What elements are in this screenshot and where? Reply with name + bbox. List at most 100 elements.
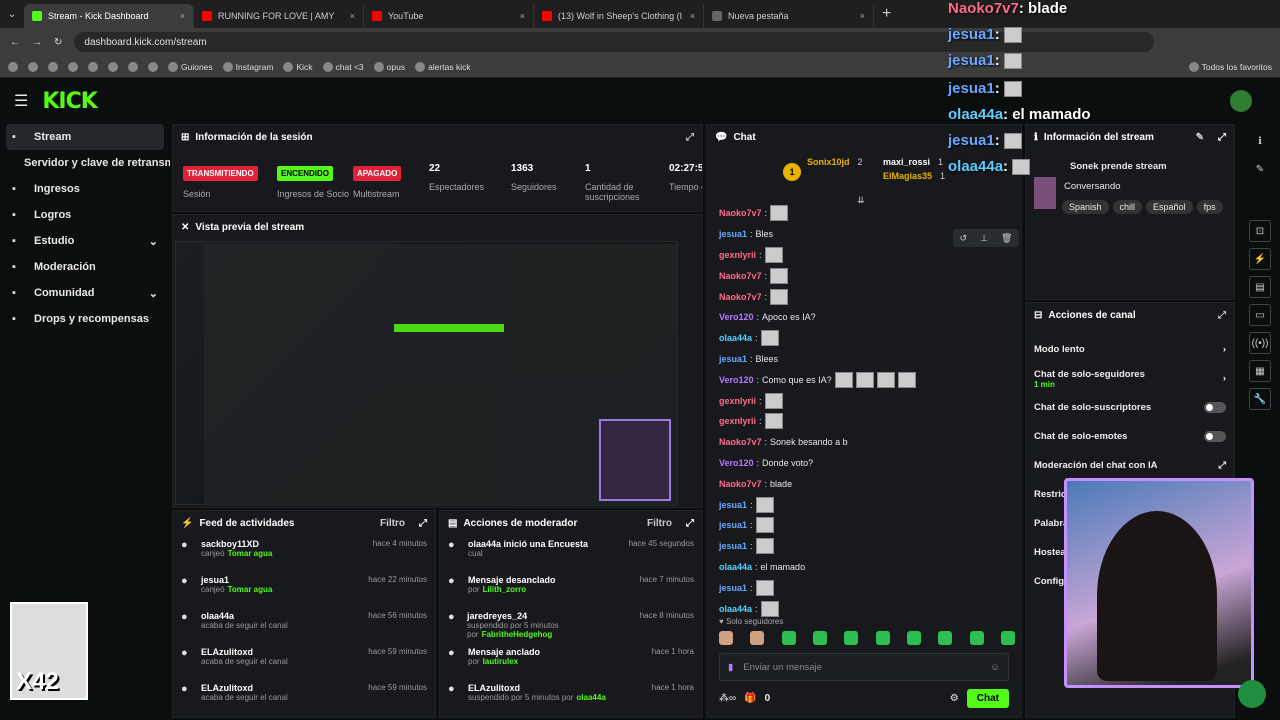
emote-icon[interactable] — [719, 631, 733, 645]
emote-icon[interactable] — [938, 631, 953, 645]
browser-tab[interactable]: (13) Wolf in Sheep's Clothing (I × — [534, 4, 704, 28]
item-link[interactable]: olaa44a — [576, 693, 605, 702]
bookmark-icon[interactable] — [68, 61, 78, 72]
emote-icon[interactable] — [1000, 631, 1015, 645]
pin-icon[interactable]: ⊥ — [980, 233, 988, 244]
bookmark-item[interactable]: Guiones — [168, 61, 213, 72]
stream-tag[interactable]: chill — [1112, 200, 1143, 214]
list-item[interactable]: ● ELAzulitoxd suspendido por 5 minutos por… — [440, 679, 702, 715]
sidebar-item[interactable]: ▪ Stream — [6, 124, 164, 150]
chat-username[interactable]: jesua1 — [719, 229, 747, 239]
expand-icon[interactable]: ⤢ — [419, 518, 427, 529]
top-supporter[interactable]: ElMagias35 1 — [883, 171, 945, 181]
chat-message[interactable]: olaa44a: — [707, 598, 1021, 619]
browser-tab[interactable]: Nueva pestaña × — [704, 4, 874, 28]
stream-tag[interactable]: Español — [1146, 200, 1193, 214]
chat-message[interactable]: Vero120: Donde voto? — [707, 453, 1021, 474]
chat-username[interactable]: jesua1 — [719, 354, 747, 364]
delete-icon[interactable]: 🗑 — [1001, 233, 1012, 244]
close-icon[interactable]: × — [180, 11, 185, 21]
sidebar-item[interactable]: ▪ Ingresos — [0, 176, 170, 202]
chat-username[interactable]: Naoko7v7 — [719, 437, 762, 447]
chat-username[interactable]: olaa44a — [719, 333, 752, 343]
chat-message[interactable]: Naoko7v7: Sonek besando a b — [707, 432, 1021, 453]
tab-menu-icon[interactable]: ⌄ — [0, 9, 24, 20]
menu-icon[interactable]: ☰ — [14, 91, 28, 111]
bookmark-item[interactable]: Instagram — [222, 61, 273, 72]
chat-message[interactable]: Vero120: Como que es IA? — [707, 369, 1021, 390]
chat-username[interactable]: olaa44a — [719, 562, 752, 572]
browser-tab[interactable]: Stream - Kick Dashboard × — [24, 4, 194, 28]
chat-username[interactable]: jesua1 — [719, 500, 747, 510]
stream-preview-video[interactable] — [175, 241, 678, 506]
top-supporter[interactable]: Sonix10jd 2 — [807, 157, 863, 167]
sidebar-item[interactable]: Servidor y clave de retransmisión — [0, 150, 170, 176]
list-item[interactable]: ● olaa44a acaba de seguir el canal hace 56 … — [173, 607, 435, 643]
toggle-switch[interactable] — [1204, 402, 1226, 413]
bookmark-item[interactable]: Kick — [283, 61, 313, 72]
emote-icon[interactable] — [750, 631, 765, 645]
chat-message[interactable]: Naoko7v7: — [707, 286, 1021, 307]
chat-username[interactable]: Naoko7v7 — [719, 208, 762, 218]
list-item[interactable]: ● olaa44a inició una Encuesta cual hace 45 … — [440, 535, 702, 571]
sidebar-item[interactable]: ▪ Estudio ⌄ — [0, 228, 170, 254]
layout-icon[interactable]: ▦ — [1249, 360, 1271, 382]
feed-filter-button[interactable]: Filtro — [380, 518, 405, 529]
item-link[interactable]: Tomar agua — [228, 549, 273, 558]
close-icon[interactable]: × — [860, 11, 865, 21]
corner-button[interactable] — [1238, 680, 1266, 708]
new-tab-icon[interactable]: + — [882, 5, 891, 23]
expand-icon[interactable]: ⤢ — [1218, 132, 1226, 143]
wrench-icon[interactable]: 🔧 — [1249, 388, 1271, 410]
emote-icon[interactable] — [844, 631, 859, 645]
sidebar-item[interactable]: ▪ Moderación — [0, 254, 170, 280]
expand-icon[interactable]: ⤢ — [686, 518, 694, 529]
channel-action-row[interactable]: Chat de solo-emotes — [1026, 422, 1234, 451]
avatar[interactable] — [1230, 90, 1252, 112]
top-supporter[interactable]: maxi_rossi 1 — [883, 157, 943, 167]
chat-username[interactable]: Vero120 — [719, 312, 754, 322]
bolt-icon[interactable]: ⚡ — [1249, 248, 1271, 270]
chat-message[interactable]: jesua1: Blees — [707, 349, 1021, 370]
chat-message[interactable]: olaa44a: el mamado — [707, 557, 1021, 578]
chat-username[interactable]: Naoko7v7 — [719, 479, 762, 489]
emoji-icon[interactable]: ☺ — [990, 662, 1000, 673]
close-icon[interactable]: × — [350, 11, 355, 21]
emote-icon[interactable] — [969, 631, 984, 645]
item-link[interactable]: FabritheHedgehog — [482, 630, 553, 639]
stream-tag[interactable]: fps — [1196, 200, 1223, 214]
channel-action-row[interactable]: Modo lento › — [1026, 335, 1234, 364]
list-item[interactable]: ● ELAzulitoxd acaba de seguir el canal hace… — [173, 679, 435, 715]
gift-icon[interactable]: 🎁 — [744, 693, 756, 704]
chat-username[interactable]: Naoko7v7 — [719, 292, 762, 302]
chat-username[interactable]: gexnlyrii — [719, 250, 756, 260]
chat-message[interactable]: Naoko7v7: — [707, 265, 1021, 286]
bookmark-icon[interactable] — [8, 61, 18, 72]
bookmark-icon[interactable] — [88, 61, 98, 72]
stream-tag[interactable]: Spanish — [1062, 200, 1109, 214]
chat-message[interactable]: Naoko7v7: blade — [707, 473, 1021, 494]
item-link[interactable]: Tomar agua — [228, 585, 273, 594]
chat-message[interactable]: jesua1: — [707, 515, 1021, 536]
chat-message[interactable]: gexnlyrii: — [707, 390, 1021, 411]
list-item[interactable]: ● Mensaje desanclado por Lilith_zorro hace 7… — [440, 571, 702, 607]
list-item[interactable]: ● Mensaje anclado por lautirulex hace 1 hora — [440, 643, 702, 679]
mic-icon[interactable]: ▮ — [728, 662, 733, 673]
settings-icon[interactable]: ⚙ — [950, 693, 959, 704]
chat-username[interactable]: gexnlyrii — [719, 416, 756, 426]
list-item[interactable]: ● sackboy11XD canjeó Tomar agua hace 4 minut… — [173, 535, 435, 571]
browser-tab[interactable]: RUNNING FOR LOVE | AMY × — [194, 4, 364, 28]
chat-username[interactable]: Naoko7v7 — [719, 271, 762, 281]
emote-icon[interactable] — [906, 631, 921, 645]
chat-message[interactable]: Naoko7v7: — [707, 203, 1021, 224]
back-icon[interactable]: ← — [10, 37, 20, 48]
chat-message[interactable]: olaa44a: — [707, 328, 1021, 349]
chat-username[interactable]: Vero120 — [719, 375, 754, 385]
chat-username[interactable]: Vero120 — [719, 458, 754, 468]
message-input[interactable]: ▮ Enviar un mensaje ☺ — [719, 653, 1009, 681]
broadcast-icon[interactable]: ((•)) — [1249, 332, 1271, 354]
bookmark-item[interactable]: Todos los favoritos — [1188, 61, 1272, 72]
bookmark-icon[interactable] — [28, 61, 38, 72]
bookmark-icon[interactable] — [48, 61, 58, 72]
chat-icon[interactable]: ▭ — [1249, 304, 1271, 326]
